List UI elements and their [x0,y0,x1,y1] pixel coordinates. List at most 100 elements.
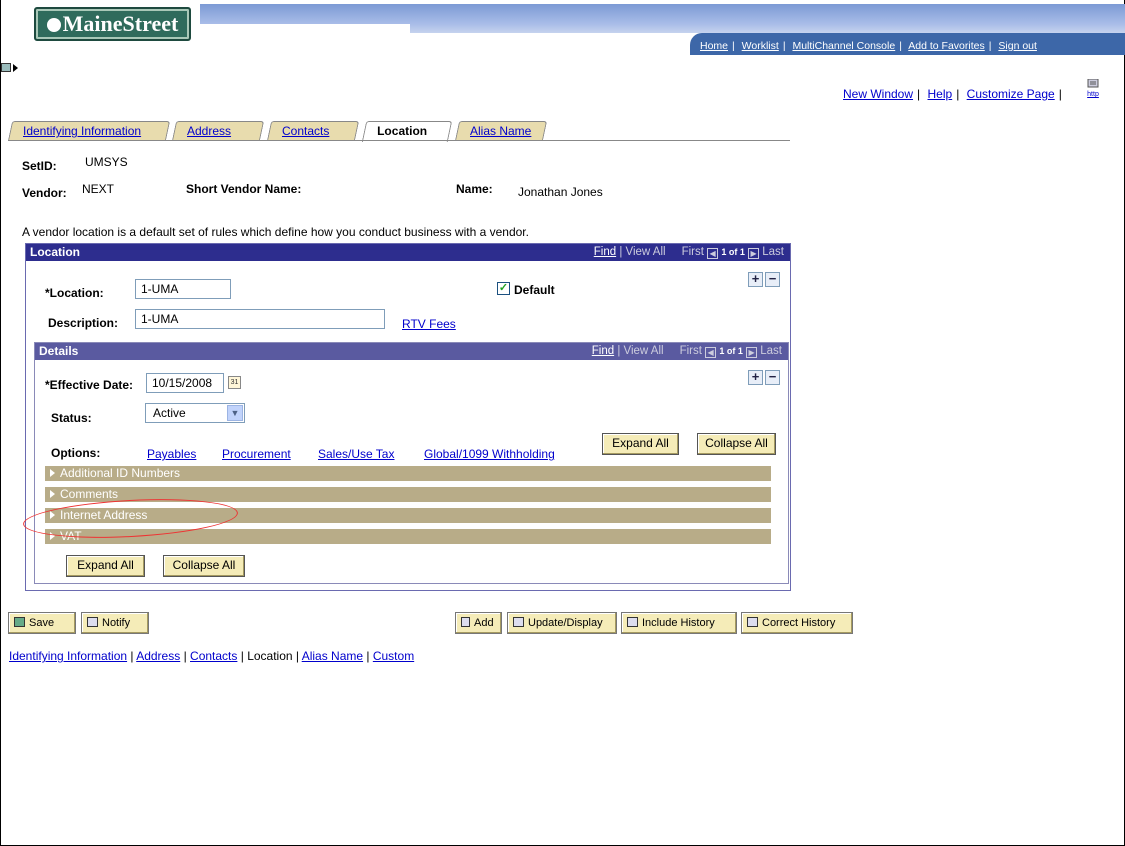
update-display-label: Update/Display [528,617,603,629]
save-icon [14,617,25,627]
rtv-fees-link[interactable]: RTV Fees [402,317,456,331]
include-history-button[interactable]: Include History [621,612,737,634]
additional-id-numbers-section[interactable]: Additional ID Numbers [45,466,771,481]
short-vendor-name-label: Short Vendor Name: [186,182,302,196]
status-label: Status: [51,411,92,425]
new-window-link[interactable]: New Window [843,87,913,101]
tab-label: Alias Name [470,124,532,138]
description-label: Description: [48,316,119,330]
mainestreet-logo: MaineStreet [34,7,191,41]
vendor-value: NEXT [82,182,115,196]
logo-text: MaineStreet [62,11,179,36]
procurement-link[interactable]: Procurement [222,447,291,461]
bottom-link-location: Location [247,649,293,663]
previous-icon[interactable]: ◀ [707,248,719,259]
top-nav-links: Home | Worklist | MultiChannel Console | Ad… [700,40,1037,52]
tab-underline [8,140,790,141]
delete-row-icon[interactable]: − [765,272,780,287]
tab-location[interactable]: Location [361,121,453,142]
page-menu-icon[interactable] [1,63,11,72]
details-panel-title: Details [39,344,79,358]
include-history-label: Include History [642,617,715,629]
options-label: Options: [51,446,101,460]
update-display-icon [513,617,524,627]
next-icon[interactable]: ▶ [748,248,760,259]
details-first-link[interactable]: First [680,345,702,357]
status-select[interactable]: Active ▼ [145,403,245,423]
collapse-all-button[interactable]: Collapse All [697,433,776,455]
add-row-icon[interactable]: + [748,370,763,385]
location-description-text: A vendor location is a default set of ru… [22,225,529,239]
sales-use-tax-link[interactable]: Sales/Use Tax [318,447,394,461]
default-checkbox[interactable]: ✓ [497,282,510,295]
delete-row-icon[interactable]: − [765,370,780,385]
bottom-link-alias-name[interactable]: Alias Name [302,649,363,663]
add-icon [461,617,470,627]
tab-address[interactable]: Address [171,121,265,141]
update-display-button[interactable]: Update/Display [507,612,617,634]
collapse-all-button-bottom[interactable]: Collapse All [163,555,245,577]
tab-contacts[interactable]: Contacts [266,121,360,141]
bottom-link-address[interactable]: Address [136,649,180,663]
bottom-link-custom[interactable]: Custom [373,649,414,663]
bottom-link-identifying-information[interactable]: Identifying Information [9,649,127,663]
details-panel-nav: Find | View All First ◀ 1 of 1 ▶ Last [591,345,782,358]
effective-date-label: *Effective Date: [45,378,134,392]
tab-identifying-information[interactable]: Identifying Information [7,121,171,141]
expand-all-button-bottom[interactable]: Expand All [66,555,145,577]
correct-history-label: Correct History [762,617,836,629]
calendar-icon[interactable]: 31 [228,376,241,389]
nav-sign-out-link[interactable]: Sign out [998,40,1037,52]
nav-multichannel-console-link[interactable]: MultiChannel Console [792,40,895,52]
effective-date-input[interactable]: 10/15/2008 [146,373,224,393]
location-label: *Location: [45,286,104,300]
chevron-down-icon[interactable]: ▼ [227,405,243,421]
tab-alias-name[interactable]: Alias Name [454,121,548,141]
correct-history-button[interactable]: Correct History [741,612,853,634]
add-row-icon[interactable]: + [748,272,763,287]
expand-all-button[interactable]: Expand All [602,433,679,455]
nav-worklist-link[interactable]: Worklist [742,40,779,52]
save-button[interactable]: Save [8,612,76,634]
global-1099-withholding-link[interactable]: Global/1099 Withholding [424,447,555,461]
expand-arrow-icon[interactable] [13,64,18,72]
next-icon[interactable]: ▶ [746,347,758,358]
location-last-link[interactable]: Last [762,246,784,258]
setid-label: SetID: [22,159,57,173]
nav-add-to-favorites-link[interactable]: Add to Favorites [908,40,984,52]
section-label: Comments [60,487,119,501]
name-value: Jonathan Jones [518,185,603,199]
location-first-link[interactable]: First [682,246,704,258]
include-history-icon [627,617,638,627]
tab-label: Identifying Information [23,124,142,138]
nav-home-link[interactable]: Home [700,40,728,52]
header-banner [200,4,1125,24]
http-icon[interactable]: http [1085,78,1101,98]
details-last-link[interactable]: Last [760,345,782,357]
add-button[interactable]: Add [455,612,502,634]
previous-icon[interactable]: ◀ [705,347,717,358]
help-link[interactable]: Help [928,87,953,101]
setid-value: UMSYS [85,155,128,169]
location-view-all-link[interactable]: View All [626,246,666,258]
details-view-all-link[interactable]: View All [624,345,664,357]
details-find-link[interactable]: Find [592,345,614,357]
notify-button[interactable]: Notify [81,612,149,634]
vendor-label: Vendor: [22,186,67,200]
description-input[interactable]: 1-UMA [135,309,385,329]
tab-label: Location [377,124,428,138]
location-panel-nav: Find | View All First ◀ 1 of 1 ▶ Last [593,246,784,259]
location-input[interactable]: 1-UMA [135,279,231,299]
logo-icon [46,18,61,32]
location-find-link[interactable]: Find [594,246,616,258]
tab-label: Address [187,124,232,138]
http-icon-label: http [1087,91,1099,98]
details-counter: 1 of 1 [719,346,743,356]
customize-page-link[interactable]: Customize Page [967,87,1055,101]
bottom-link-contacts[interactable]: Contacts [190,649,237,663]
tab-label: Contacts [282,124,330,138]
name-label: Name: [456,182,493,196]
details-panel-header: Details Find | View All First ◀ 1 of 1 ▶… [35,343,788,360]
location-panel-header: Location Find | View All First ◀ 1 of 1 … [26,244,790,261]
payables-link[interactable]: Payables [147,447,196,461]
